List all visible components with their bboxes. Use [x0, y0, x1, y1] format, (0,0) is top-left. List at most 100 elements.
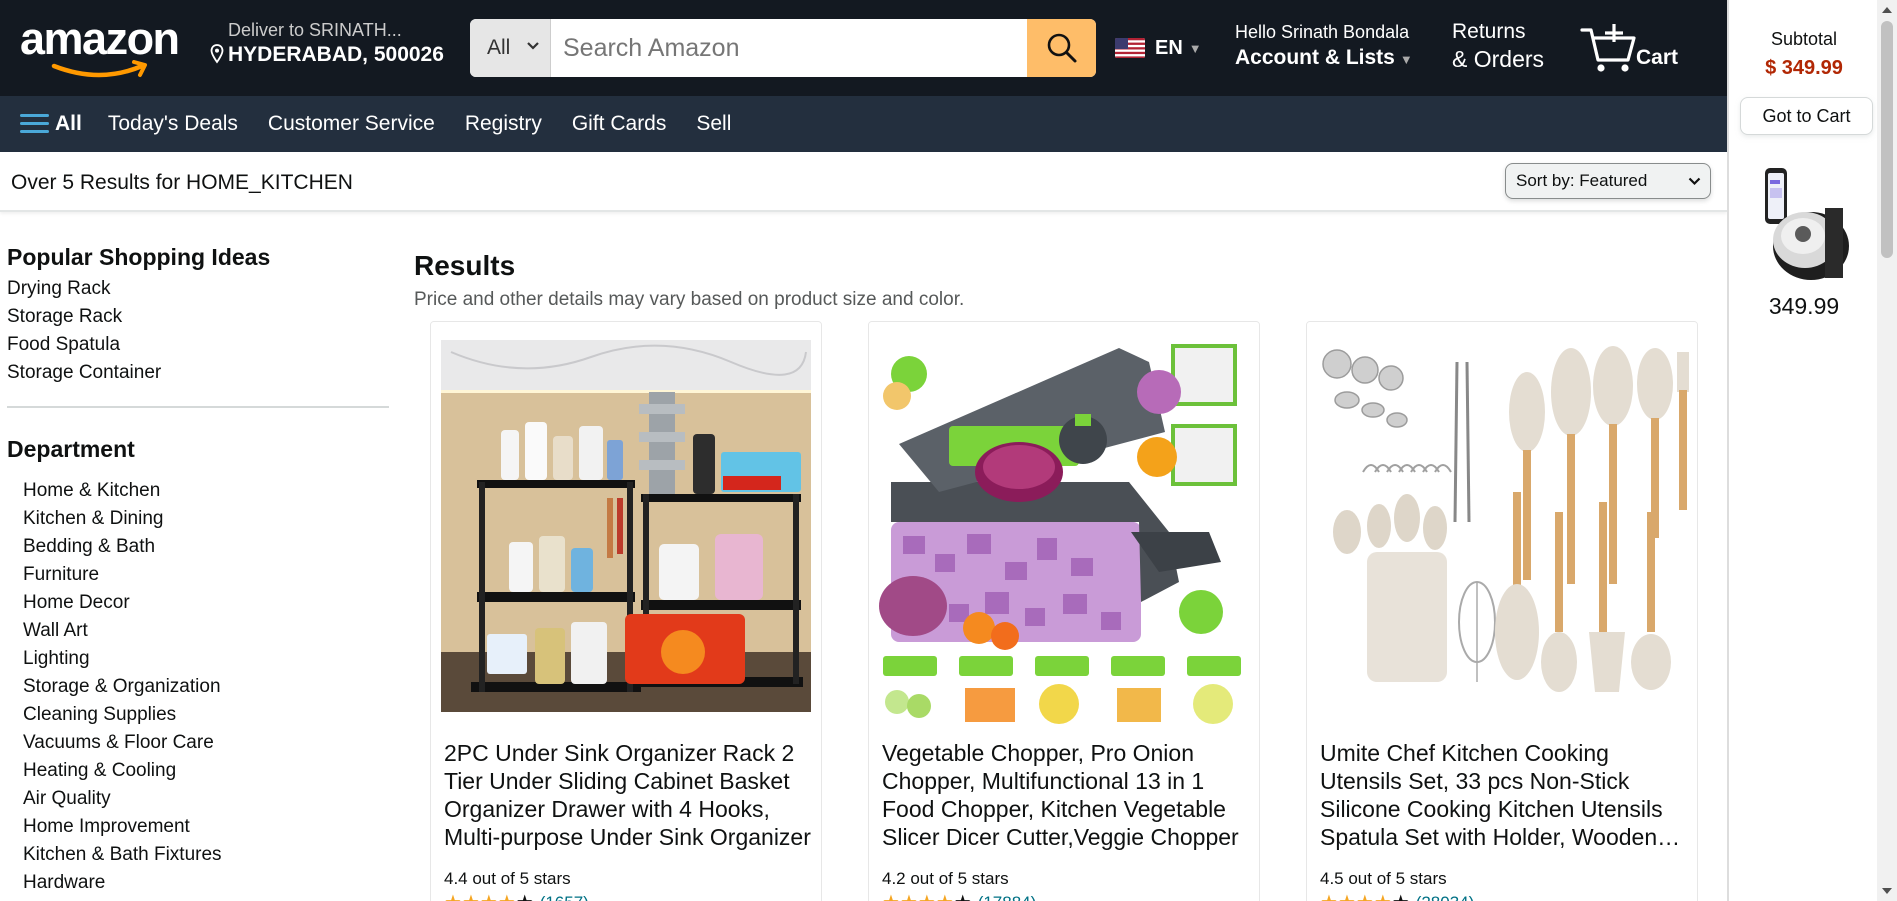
scrollbar-thumb[interactable] — [1881, 21, 1893, 258]
product-card[interactable]: 2PC Under Sink Organizer Rack 2 Tier Und… — [430, 321, 822, 901]
results-title: Results — [414, 250, 516, 281]
search-button[interactable] — [1027, 19, 1096, 77]
caret-down-icon: ▼ — [1399, 52, 1413, 67]
scroll-up-arrow-icon[interactable] — [1882, 7, 1892, 13]
idea-link[interactable]: Drying Rack — [7, 275, 389, 303]
results-subtitle: Price and other details may vary based o… — [414, 289, 965, 310]
chevron-down-icon — [527, 42, 539, 50]
page-scrollbar[interactable] — [1877, 0, 1897, 901]
product-image[interactable] — [431, 322, 822, 728]
idea-link[interactable]: Storage Container — [7, 359, 389, 387]
filter-sidebar: Popular Shopping Ideas Drying Rack Stora… — [7, 244, 389, 897]
department-link[interactable]: Bedding & Bath — [23, 533, 389, 561]
idea-link[interactable]: Storage Rack — [7, 303, 389, 331]
nav-gift-cards[interactable]: Gift Cards — [572, 112, 667, 136]
app-root: amazon Deliver to SRINATH... HYDERABAD, … — [0, 0, 1897, 901]
star-icon: ★ — [1356, 893, 1374, 901]
rating-text: 4.4 out of 5 stars — [444, 869, 571, 888]
star-rating[interactable]: ★ ★ ★ ★ ★ (28034) — [1320, 893, 1474, 901]
nav-registry[interactable]: Registry — [465, 112, 542, 136]
account-lists-text: Account & Lists — [1235, 46, 1395, 69]
star-icon: ★ — [1392, 893, 1410, 901]
department-link[interactable]: Air Quality — [23, 785, 389, 813]
location-pin-icon — [210, 44, 224, 64]
go-to-cart-button[interactable]: Got to Cart — [1740, 97, 1873, 135]
department-list: Home & Kitchen Kitchen & Dining Bedding … — [7, 477, 389, 897]
popular-ideas-list: Drying Rack Storage Rack Food Spatula St… — [7, 275, 389, 387]
amazon-logo[interactable]: amazon — [20, 13, 180, 78]
idea-link[interactable]: Food Spatula — [7, 331, 389, 359]
search-category-select[interactable]: All — [470, 19, 551, 77]
account-greeting: Hello Srinath Bondala — [1235, 22, 1410, 42]
results-count: Over 5 Results for HOME_KITCHEN — [11, 171, 353, 194]
department-link[interactable]: Kitchen & Bath Fixtures — [23, 841, 389, 869]
department-link[interactable]: Wall Art — [23, 617, 389, 645]
scroll-down-arrow-icon[interactable] — [1882, 888, 1892, 894]
star-icon: ★ — [480, 893, 498, 901]
star-icon: ★ — [882, 893, 900, 901]
department-link[interactable]: Hardware — [23, 869, 389, 897]
department-link[interactable]: Kitchen & Dining — [23, 505, 389, 533]
subtotal-value: $ 349.99 — [1765, 57, 1843, 79]
star-icon: ★ — [1338, 893, 1356, 901]
star-icon: ★ — [462, 893, 480, 901]
review-count[interactable]: (1657) — [540, 893, 589, 901]
search-icon — [1047, 33, 1076, 63]
chevron-down-icon — [1688, 177, 1701, 186]
product-image[interactable] — [869, 322, 1260, 728]
star-icon: ★ — [954, 893, 972, 901]
nav-sell[interactable]: Sell — [696, 112, 731, 136]
deliver-label: Deliver to SRINATH... — [228, 20, 402, 40]
product-image[interactable] — [1307, 322, 1698, 728]
nav-bar: All Today's Deals Customer Service Regis… — [0, 96, 1727, 152]
cart-icon — [1580, 24, 1636, 72]
product-card[interactable]: Vegetable Chopper, Pro Onion Chopper, Mu… — [868, 321, 1260, 901]
department-link[interactable]: Home & Kitchen — [23, 477, 389, 505]
sort-select[interactable]: Sort by: Featured — [1505, 163, 1711, 199]
department-title: Department — [7, 436, 135, 462]
account-lists-label: Account & Lists ▼ — [1235, 46, 1413, 70]
star-icon: ★ — [900, 893, 918, 901]
cart-item-thumbnail[interactable] — [1759, 166, 1851, 290]
deliver-location: HYDERABAD, 500026 — [228, 43, 444, 66]
department-link[interactable]: Storage & Organization — [23, 673, 389, 701]
cart-button[interactable]: Cart — [1580, 20, 1700, 74]
returns-orders[interactable]: Returns & Orders — [1452, 20, 1544, 73]
department-link[interactable]: Home Improvement — [23, 813, 389, 841]
language-selector[interactable]: EN ▼ — [1115, 34, 1202, 62]
department-link[interactable]: Furniture — [23, 561, 389, 589]
star-icon: ★ — [936, 893, 954, 901]
nav-all-menu[interactable]: All — [20, 112, 82, 136]
sort-label: Sort by: Featured — [1516, 171, 1648, 190]
star-icon: ★ — [498, 893, 516, 901]
department-link[interactable]: Cleaning Supplies — [23, 701, 389, 729]
product-title[interactable]: Vegetable Chopper, Pro Onion Chopper, Mu… — [882, 739, 1254, 851]
account-lists[interactable]: Hello Srinath Bondala Account & Lists ▼ — [1235, 22, 1413, 70]
cart-item-price: 349.99 — [1768, 293, 1840, 319]
search-input[interactable] — [551, 19, 1027, 77]
star-rating[interactable]: ★ ★ ★ ★ ★ (17884) — [882, 893, 1036, 901]
product-title[interactable]: 2PC Under Sink Organizer Rack 2 Tier Und… — [444, 739, 816, 851]
department-link[interactable]: Heating & Cooling — [23, 757, 389, 785]
results-header: Results Price and other details may vary… — [414, 250, 964, 311]
star-icon: ★ — [1374, 893, 1392, 901]
department-link[interactable]: Home Decor — [23, 589, 389, 617]
returns-label: Returns — [1452, 20, 1526, 43]
nav-customer-service[interactable]: Customer Service — [268, 112, 435, 136]
nav-all-label: All — [55, 112, 82, 135]
department-link[interactable]: Vacuums & Floor Care — [23, 729, 389, 757]
logo-wordmark: amazon — [20, 13, 180, 64]
review-count[interactable]: (17884) — [978, 893, 1037, 901]
search-bar: All — [470, 19, 1096, 77]
product-title[interactable]: Umite Chef Kitchen Cooking Utensils Set,… — [1320, 739, 1692, 851]
star-rating[interactable]: ★ ★ ★ ★ ★ (1657) — [444, 893, 589, 901]
top-header: amazon Deliver to SRINATH... HYDERABAD, … — [0, 0, 1727, 96]
cart-rail: Subtotal $ 349.99 Got to Cart 349.99 — [1727, 0, 1877, 901]
review-count[interactable]: (28034) — [1416, 893, 1475, 901]
department-link[interactable]: Lighting — [23, 645, 389, 673]
smile-arrow-icon — [51, 60, 147, 78]
nav-todays-deals[interactable]: Today's Deals — [108, 112, 238, 136]
rating-text: 4.2 out of 5 stars — [882, 869, 1009, 888]
us-flag-icon — [1115, 38, 1145, 58]
product-card[interactable]: Umite Chef Kitchen Cooking Utensils Set,… — [1306, 321, 1698, 901]
